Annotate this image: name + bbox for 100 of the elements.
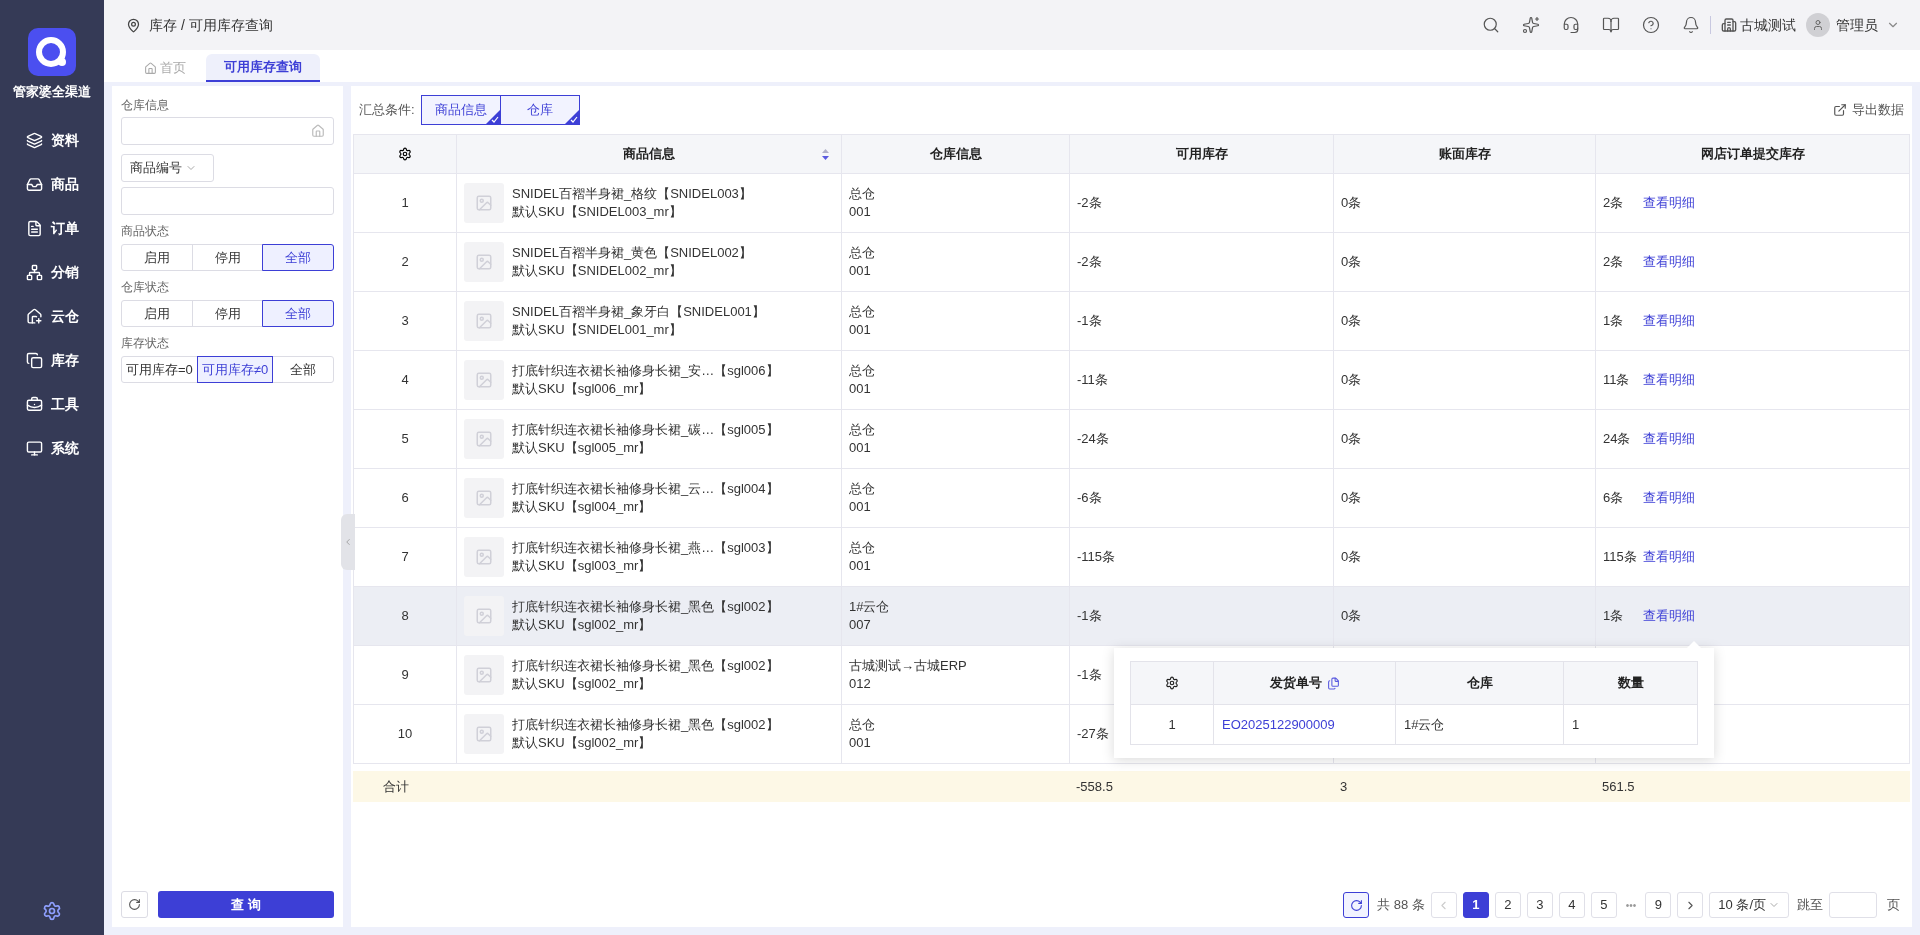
summary-label: 汇总条件:: [359, 101, 415, 120]
filter-option[interactable]: 启用: [121, 300, 193, 327]
page-button[interactable]: 4: [1558, 892, 1585, 918]
table-cell: 1#云仓: [1395, 704, 1564, 745]
nav-item[interactable]: 云仓: [0, 299, 104, 334]
page-tab[interactable]: 可用库存查询: [206, 54, 320, 82]
table-row[interactable]: 2 SNIDEL百褶半身裙_黄色【SNIDEL002】 默认SKU【SNIDEL002_mr】 总仓 001 -2条 0条 2条 查看明细: [353, 232, 1910, 292]
product-name: SNIDEL百褶半身裙_象牙白【SNIDEL001】: [512, 303, 765, 321]
filter-option[interactable]: 停用: [191, 244, 264, 271]
warehouse-code: 001: [849, 321, 872, 339]
filter-option[interactable]: 可用库存=0: [121, 356, 198, 383]
warehouse-code: 001: [849, 439, 872, 457]
query-button[interactable]: 查 询: [158, 891, 334, 918]
stock-count: 1条: [1603, 312, 1625, 331]
user-name[interactable]: 管理员: [1836, 14, 1878, 36]
nav-item[interactable]: 资料: [0, 123, 104, 158]
page-jump-field[interactable]: [1829, 892, 1877, 918]
page-button[interactable]: 9: [1645, 892, 1672, 918]
filter-option[interactable]: 可用库存≠0: [196, 356, 274, 383]
total-value: -558.5: [1075, 777, 1114, 796]
filter-option[interactable]: 全部: [272, 356, 334, 383]
ai-icon[interactable]: [1522, 16, 1540, 34]
product-name: 打底针织连衣裙长袖修身长裙_云…【sgl004】: [512, 480, 779, 498]
nav-item[interactable]: 工具: [0, 387, 104, 422]
page-size-select[interactable]: 10 条/页: [1709, 892, 1789, 918]
nav-item[interactable]: 商品: [0, 167, 104, 202]
product-sku: 默认SKU【sgl002_mr】: [512, 734, 653, 752]
table-row[interactable]: 3 SNIDEL百褶半身裙_象牙白【SNIDEL001】 默认SKU【SNIDEL001_mr】 总仓 001 -1条 0条 1条 查看明细: [353, 291, 1910, 351]
detail-link[interactable]: 查看明细: [1643, 606, 1695, 626]
detail-link[interactable]: 查看明细: [1643, 547, 1695, 567]
column-header: 发货单号: [1269, 674, 1322, 693]
column-header: 可用库存: [1175, 146, 1228, 162]
breadcrumb: 库存 / 可用库存查询: [149, 15, 273, 35]
detail-link[interactable]: 查看明细: [1643, 370, 1695, 390]
bell-icon[interactable]: [1682, 16, 1700, 34]
table-row[interactable]: 1 SNIDEL百褶半身裙_格纹【SNIDEL003】 默认SKU【SNIDEL003_mr】 总仓 001 -2条 0条 2条 查看明细: [353, 173, 1910, 233]
table-row[interactable]: 8 打底针织连衣裙长袖修身长裙_黑色【sgl002】 默认SKU【sgl002_mr】 1#云仓 007 -1条 0条 1条 查看明细: [353, 586, 1910, 646]
summary-option[interactable]: 商品信息: [420, 95, 501, 125]
settings-icon[interactable]: [398, 147, 412, 161]
page-button[interactable]: 5: [1590, 892, 1617, 918]
product-sku: 默认SKU【sgl005_mr】: [512, 439, 653, 457]
warehouse-code: 012: [849, 675, 872, 693]
nav-item[interactable]: 系统: [0, 431, 104, 466]
page-button[interactable]: 3: [1526, 892, 1553, 918]
table-cell: -6条: [1069, 468, 1334, 528]
help-icon[interactable]: [1642, 16, 1660, 34]
warehouse-name: 总仓: [849, 362, 876, 380]
reset-button[interactable]: [121, 891, 148, 918]
warehouse-name: 总仓: [849, 716, 876, 734]
filter-option[interactable]: 停用: [191, 300, 264, 327]
house-icon: [25, 308, 43, 325]
table-row[interactable]: 6 打底针织连衣裙长袖修身长裙_云…【sgl004】 默认SKU【sgl004_mr】 总仓 001 -6条 0条 6条 查看明细: [353, 468, 1910, 528]
table-row[interactable]: 5 打底针织连衣裙长袖修身长裙_碳…【sgl005】 默认SKU【sgl005_mr】 总仓 001 -24条 0条 24条 查看明细: [353, 409, 1910, 469]
avatar[interactable]: [1806, 13, 1830, 37]
table-row[interactable]: 7 打底针织连衣裙长袖修身长裙_燕…【sgl003】 默认SKU【sgl003_mr】 总仓 001 -115条 0条 115条 查看明细: [353, 527, 1910, 587]
filter-option[interactable]: 启用: [121, 244, 193, 271]
image-placeholder-icon: [475, 312, 493, 330]
product-sku: 默认SKU【sgl002_mr】: [512, 675, 653, 693]
settings-icon[interactable]: [1165, 676, 1179, 690]
detail-link[interactable]: 查看明细: [1643, 193, 1695, 213]
search-icon[interactable]: [1482, 16, 1500, 34]
sort-icon[interactable]: [822, 149, 829, 160]
table-cell: 0条: [1333, 350, 1596, 410]
product-sku: 默认SKU【SNIDEL003_mr】: [512, 203, 683, 221]
filter-option[interactable]: 全部: [262, 300, 334, 327]
table-cell: 0条: [1333, 527, 1596, 587]
image-placeholder-icon: [475, 607, 493, 625]
image-placeholder-icon: [475, 253, 493, 271]
filter-option[interactable]: 全部: [262, 244, 334, 271]
product-sku: 默认SKU【SNIDEL001_mr】: [512, 321, 683, 339]
refresh-button[interactable]: [1343, 892, 1370, 918]
warehouse-field[interactable]: [121, 117, 334, 145]
total-count: 共 88 条: [1377, 896, 1425, 915]
export-icon: [1833, 103, 1847, 117]
table-cell: 5: [353, 409, 457, 469]
copy-icon[interactable]: [1326, 676, 1340, 690]
inbox-icon: [25, 176, 43, 193]
table-row[interactable]: 4 打底针织连衣裙长袖修身长裙_安…【sgl006】 默认SKU【sgl006_mr】 总仓 001 -11条 0条 11条 查看明细: [353, 350, 1910, 410]
product-name: 打底针织连衣裙长袖修身长裙_燕…【sgl003】: [512, 539, 779, 557]
page-button[interactable]: 1: [1462, 892, 1489, 918]
detail-link[interactable]: 查看明细: [1643, 488, 1695, 508]
detail-link[interactable]: 查看明细: [1643, 252, 1695, 272]
export-link[interactable]: 导出数据: [1833, 100, 1904, 120]
product-name: SNIDEL百褶半身裙_黄色【SNIDEL002】: [512, 244, 752, 262]
warehouse-name: 总仓: [849, 244, 876, 262]
code-field[interactable]: [121, 187, 334, 215]
detail-link[interactable]: 查看明细: [1643, 429, 1695, 449]
detail-link[interactable]: 查看明细: [1643, 311, 1695, 331]
table-cell: -11条: [1069, 350, 1334, 410]
image-placeholder-icon: [475, 666, 493, 684]
summary-option[interactable]: 仓库: [499, 95, 580, 125]
code-select[interactable]: 商品编号: [121, 154, 214, 182]
nav-item[interactable]: 订单: [0, 211, 104, 246]
collapse-handle[interactable]: [341, 514, 355, 570]
nav-item[interactable]: 库存: [0, 343, 104, 378]
headset-icon[interactable]: [1562, 16, 1580, 34]
page-button[interactable]: 2: [1494, 892, 1521, 918]
monitor-icon: [25, 440, 43, 457]
nav-item[interactable]: 分销: [0, 255, 104, 290]
book-icon[interactable]: [1602, 16, 1620, 34]
